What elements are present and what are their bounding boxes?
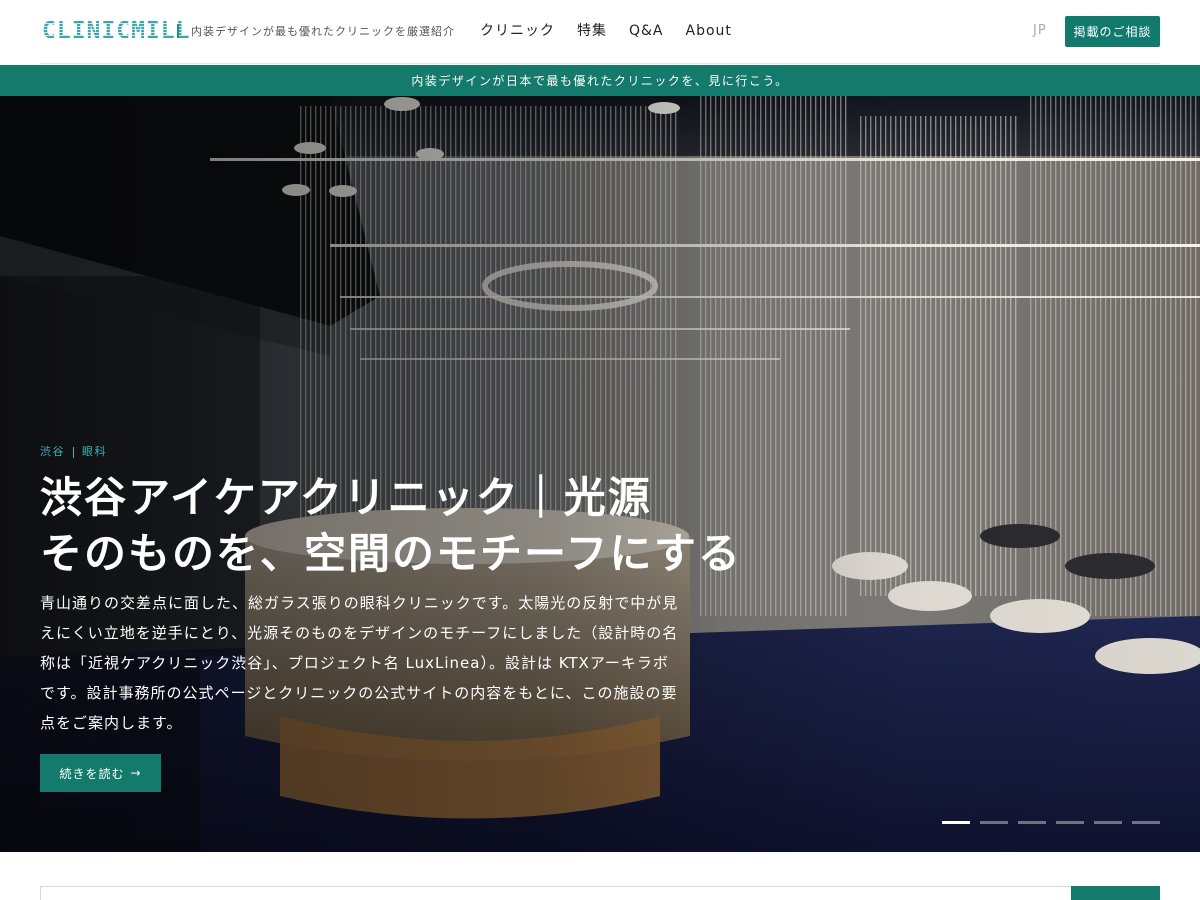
main-nav: クリニック 特集 Q&A About	[480, 20, 754, 42]
nav-item-qa[interactable]: Q&A	[629, 20, 664, 42]
hero-title-line1: 渋谷アイケアクリニック｜光源	[40, 473, 652, 522]
slider-dot-4[interactable]	[1056, 821, 1084, 824]
search-input[interactable]	[40, 886, 1072, 900]
search-button[interactable]	[1071, 886, 1160, 900]
read-more-button[interactable]: 続きを読む →	[40, 754, 161, 792]
slider-dot-2[interactable]	[980, 821, 1008, 824]
contact-button[interactable]: 掲載のご相談	[1065, 16, 1160, 47]
hero-title-line2: そのものを、空間のモチーフにする	[40, 529, 742, 578]
banner-text: 内装デザインが日本で最も優れたクリニックを、見に行こう。	[411, 74, 789, 88]
nav-item-features[interactable]: 特集	[577, 20, 607, 42]
hero-slider: 渋谷 眼科 渋谷アイケアクリニック｜光源 そのものを、空間のモチーフにする 青山…	[0, 96, 1200, 852]
slider-dot-6[interactable]	[1132, 821, 1160, 824]
language-switch[interactable]: JP	[1033, 22, 1047, 40]
category-area[interactable]: 渋谷	[40, 444, 65, 460]
read-more-label: 続きを読む	[59, 766, 125, 781]
site-tagline: 内装デザインが最も優れたクリニックを厳選紹介	[191, 25, 455, 38]
arrow-right-icon: →	[130, 766, 142, 780]
tagline-divider	[177, 24, 179, 38]
hero-category: 渋谷 眼科	[40, 444, 107, 460]
slider-dot-3[interactable]	[1018, 821, 1046, 824]
slider-pagination	[942, 821, 1160, 824]
category-type[interactable]: 眼科	[82, 444, 107, 460]
site-header: CLINICMILL 内装デザインが最も優れたクリニックを厳選紹介 クリニック …	[0, 0, 1200, 64]
hero-title: 渋谷アイケアクリニック｜光源 そのものを、空間のモチーフにする	[40, 470, 742, 582]
nav-item-clinic[interactable]: クリニック	[480, 20, 555, 42]
category-separator	[73, 446, 74, 458]
hero-description: 青山通りの交差点に面した、総ガラス張りの眼科クリニックです。太陽光の反射で中が見…	[40, 594, 679, 732]
slider-dot-5[interactable]	[1094, 821, 1122, 824]
nav-item-about[interactable]: About	[686, 20, 732, 42]
slider-dot-1[interactable]	[942, 821, 970, 824]
announcement-banner: 内装デザインが日本で最も優れたクリニックを、見に行こう。	[0, 65, 1200, 96]
header-divider	[40, 63, 1160, 64]
logo-text: CLINICMILL	[42, 18, 191, 44]
